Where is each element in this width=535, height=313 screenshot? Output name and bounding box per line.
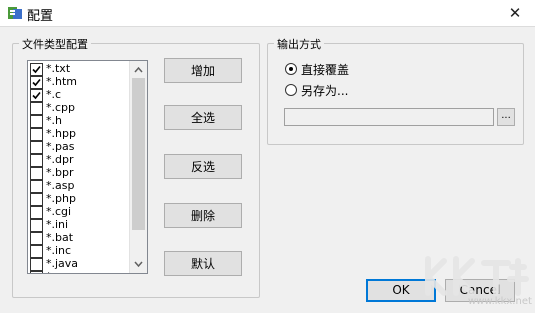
checkbox[interactable]	[30, 102, 43, 115]
list-item-label: *.txt	[46, 62, 71, 75]
list-item-label: *.pas	[46, 140, 75, 153]
list-item-label: *.cpp	[46, 101, 76, 114]
close-button[interactable]: ✕	[505, 3, 525, 23]
overwrite-radio[interactable]	[285, 63, 297, 75]
checkbox[interactable]	[30, 245, 43, 258]
checkbox[interactable]	[30, 206, 43, 219]
checkbox[interactable]	[30, 232, 43, 245]
app-icon	[7, 5, 23, 21]
list-scrollbar[interactable]	[129, 61, 147, 273]
list-item-label: *.bat	[46, 231, 74, 244]
title-bar: 配置 ✕	[0, 0, 535, 27]
list-item-label: *.java	[46, 257, 79, 270]
file-type-list[interactable]: *.txt *.htm *.c *.cpp *.h *.hpp *.pas *.dpr *.bp…	[27, 60, 148, 274]
checkbox[interactable]	[30, 89, 43, 102]
scroll-down-arrow-icon[interactable]	[130, 256, 147, 273]
check-icon	[32, 78, 41, 87]
checkbox[interactable]	[30, 141, 43, 154]
output-path-field[interactable]	[284, 108, 494, 126]
add-button[interactable]: 增加	[164, 58, 242, 83]
checkbox[interactable]	[30, 115, 43, 128]
delete-button[interactable]: 删除	[164, 203, 242, 228]
default-button[interactable]: 默认	[164, 251, 242, 276]
checkbox[interactable]	[30, 128, 43, 141]
browse-button[interactable]: ...	[497, 108, 515, 126]
checkbox[interactable]	[30, 258, 43, 271]
file-types-group-label: 文件类型配置	[19, 36, 91, 52]
list-item-label: *.asp	[46, 179, 75, 192]
check-icon	[32, 65, 41, 74]
scroll-up-arrow-icon[interactable]	[130, 61, 147, 78]
checkbox[interactable]	[30, 219, 43, 232]
list-item-label: *.cgi	[46, 205, 72, 218]
checkbox[interactable]	[30, 154, 43, 167]
list-item-label: *.h	[46, 114, 62, 127]
checkbox[interactable]	[30, 76, 43, 89]
window-title: 配置	[27, 9, 54, 24]
list-item-label: *.htm	[46, 75, 77, 88]
checkbox[interactable]	[30, 180, 43, 193]
checkbox[interactable]	[30, 63, 43, 76]
checkbox[interactable]	[30, 193, 43, 206]
watermark-site: www.kkx.net	[468, 296, 532, 307]
config-dialog: 配置 ✕ 文件类型配置 *.txt *.htm *.c *.cpp *.h *.hpp *.…	[0, 0, 535, 313]
list-item-label: *.php	[46, 192, 76, 205]
overwrite-radio-label[interactable]: 直接覆盖	[301, 61, 349, 78]
save-as-radio-label[interactable]: 另存为...	[301, 82, 348, 99]
list-item-label: *.inc	[46, 244, 72, 257]
check-icon	[32, 91, 41, 100]
list-item-label: *.c	[46, 88, 62, 101]
radio-selected-dot	[289, 67, 293, 71]
list-item-label: *.bpr	[46, 166, 74, 179]
scroll-thumb[interactable]	[132, 78, 145, 230]
list-item-label: *.hpp	[46, 127, 76, 140]
list-item-label: *.ini	[46, 218, 69, 231]
output-mode-group-label: 输出方式	[274, 36, 324, 52]
checkbox[interactable]	[30, 167, 43, 180]
checkbox[interactable]	[30, 271, 43, 273]
list-item-label: *.dpr	[46, 153, 74, 166]
save-as-radio[interactable]	[285, 84, 297, 96]
select-all-button[interactable]: 全选	[164, 105, 242, 130]
invert-selection-button[interactable]: 反选	[164, 154, 242, 179]
list-item-label: *.	[46, 270, 55, 273]
